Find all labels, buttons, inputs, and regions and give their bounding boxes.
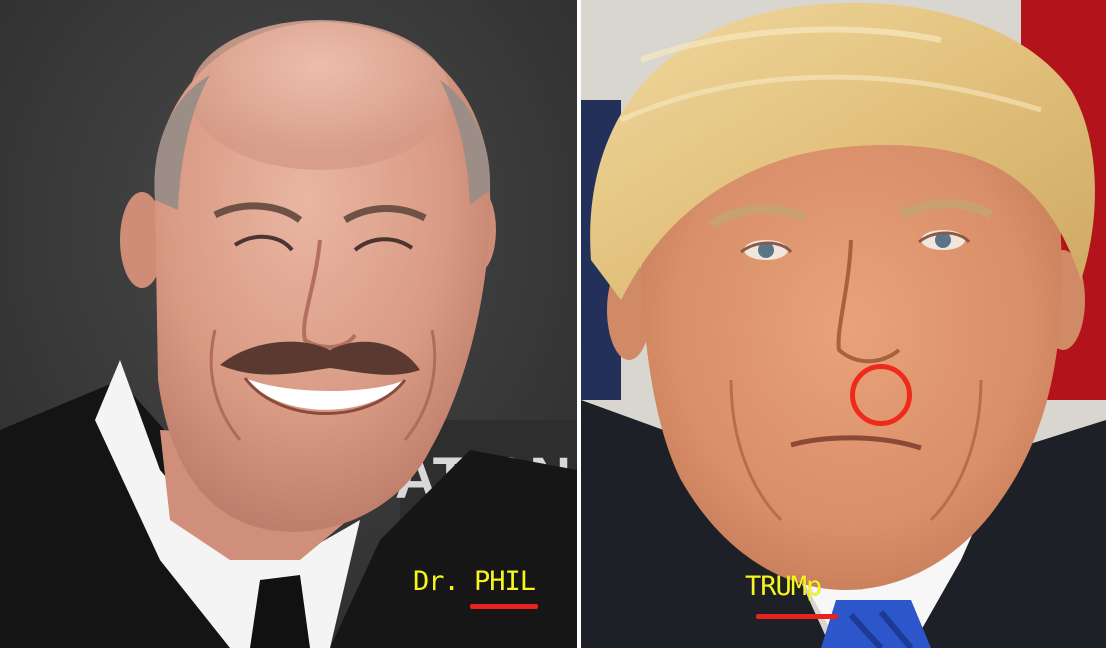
right-photo [581, 0, 1106, 648]
caption-dr-phil: Dr. PHIL [413, 566, 536, 597]
underline-trump [756, 614, 838, 619]
underline-phil [470, 604, 538, 609]
caption-trump: TRUMp [745, 571, 822, 602]
right-photo-panel [581, 0, 1106, 648]
highlight-circle [850, 364, 912, 426]
left-photo: ATION DE [0, 0, 577, 648]
left-photo-panel: ATION DE [0, 0, 577, 648]
